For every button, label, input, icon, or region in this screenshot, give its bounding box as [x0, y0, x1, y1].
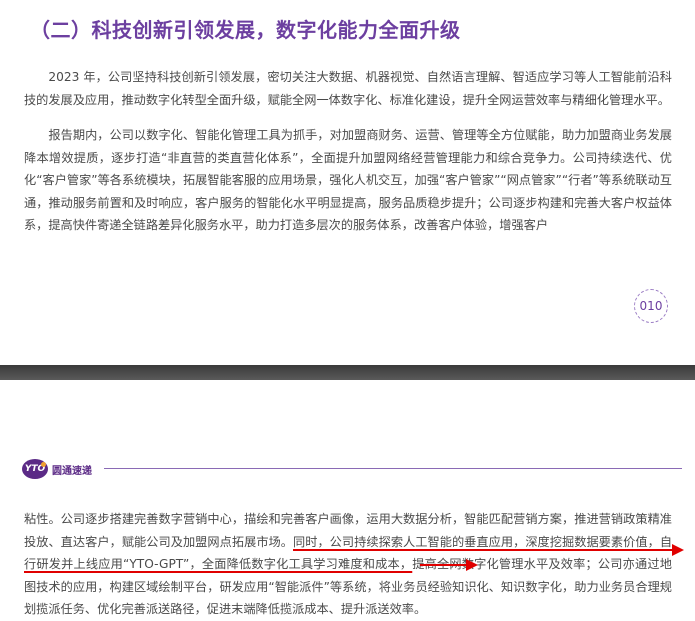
body-paragraph: 报告期内，公司以数字化、智能化管理工具为抓手，对加盟商财务、运营、管理等全方位赋… [24, 128, 672, 232]
header-rule [104, 468, 682, 469]
logo-mark-icon: YTO [22, 459, 48, 479]
logo-text: 圆通速递 [52, 465, 92, 477]
body-paragraph: 粘性。公司逐步搭建完善数字营销中心，描绘和完善客户画像，运用大数据分析，智能匹配… [24, 508, 672, 621]
page-number: 010 [634, 289, 668, 323]
report-page-top: （二）科技创新引领发展，数字化能力全面升级 2023 年，公司坚持科技创新引领发… [0, 0, 695, 365]
section-title: （二）科技创新引领发展，数字化能力全面升级 [30, 18, 461, 42]
report-page-bottom: YTO 圆通速递 粘性。公司逐步搭建完善数字营销中心，描绘和完善客户画像，运用大… [0, 380, 695, 621]
page-separator [0, 365, 695, 380]
body-paragraph: 2023 年，公司坚持科技创新引领发展，密切关注大数据、机器视觉、自然语言理解、… [24, 70, 672, 107]
company-logo: YTO 圆通速递 [22, 458, 92, 480]
